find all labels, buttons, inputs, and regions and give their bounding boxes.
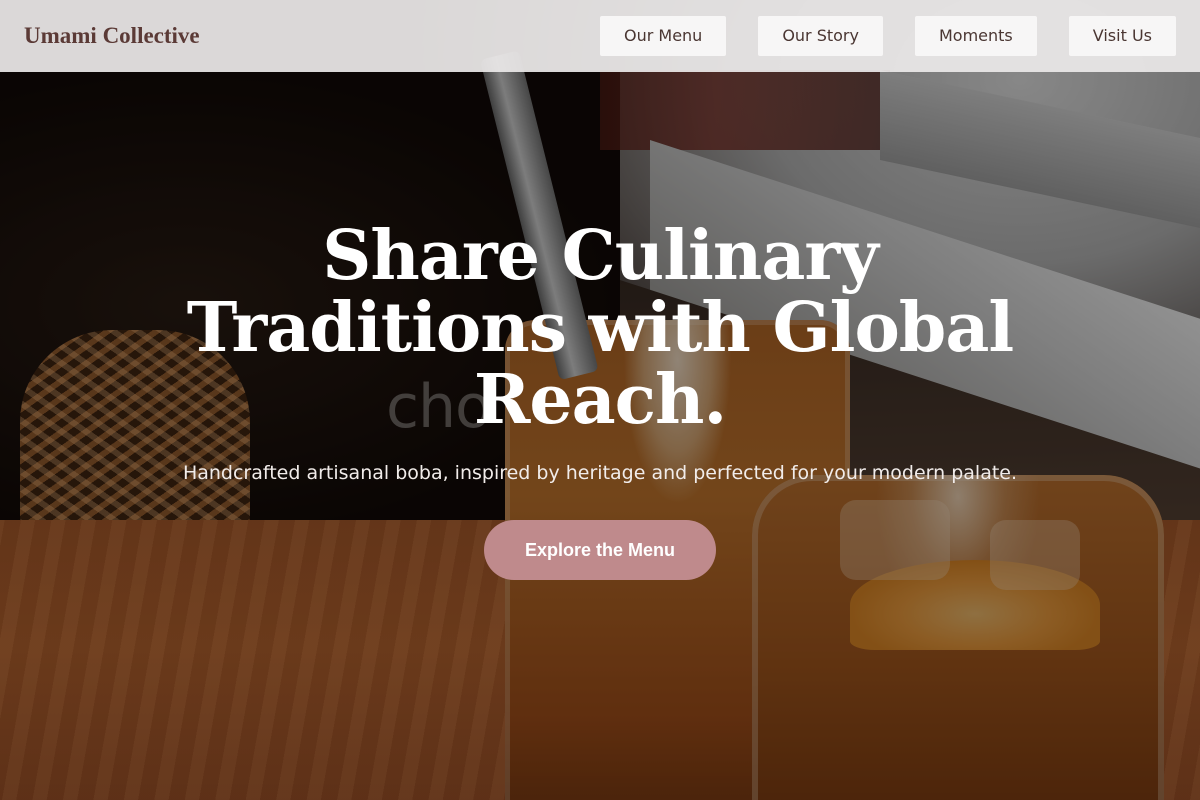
hero-subtitle: Handcrafted artisanal boba, inspired by … (182, 462, 1018, 484)
site-header: Umami Collective Our Menu Our Story Mome… (0, 0, 1200, 72)
nav-our-story[interactable]: Our Story (758, 16, 883, 56)
hero-section: cho Share Culinary Traditions with Globa… (0, 0, 1200, 800)
nav-our-menu[interactable]: Our Menu (599, 16, 727, 56)
hero-title: Share Culinary Traditions with Global Re… (186, 216, 1015, 440)
nav-visit-us[interactable]: Visit Us (1068, 16, 1176, 56)
explore-menu-button[interactable]: Explore the Menu (484, 520, 716, 580)
nav-moments[interactable]: Moments (914, 16, 1037, 56)
main-nav: Our Menu Our Story Moments Visit Us (599, 16, 1176, 56)
brand-logo[interactable]: Umami Collective (24, 23, 200, 49)
